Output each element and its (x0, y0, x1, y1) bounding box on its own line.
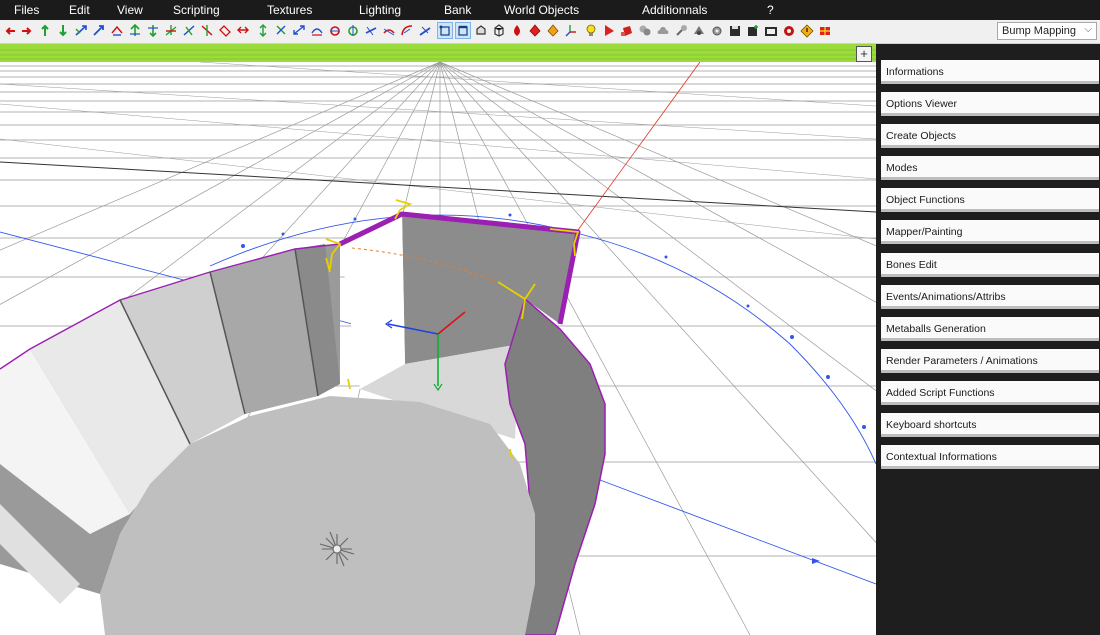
select-face-icon[interactable] (474, 23, 488, 38)
mirror-z-icon[interactable] (292, 23, 306, 38)
panel-bones-edit[interactable]: Bones Edit (881, 253, 1099, 277)
render-mode-select[interactable]: Bump Mapping ⌵ (997, 22, 1097, 40)
menu-view[interactable]: View (117, 3, 143, 17)
brush-icon[interactable] (674, 23, 688, 38)
select-edge-icon[interactable] (455, 22, 471, 39)
panel-events-animations[interactable]: Events/Animations/Attribs (881, 285, 1099, 309)
panel-contextual-informations[interactable]: Contextual Informations (881, 445, 1099, 469)
menu-bank[interactable]: Bank (444, 3, 471, 17)
toolbar: Bump Mapping ⌵ (0, 20, 1100, 44)
menu-world-objects[interactable]: World Objects (504, 3, 579, 17)
rotate-local-y-icon[interactable] (346, 23, 360, 38)
menu-help[interactable]: ? (767, 3, 774, 17)
move-y-up-icon[interactable] (38, 23, 52, 38)
chevron-down-icon: ⌵ (1084, 24, 1092, 35)
paint-icon[interactable] (510, 23, 524, 38)
mirror-x-icon[interactable] (236, 23, 250, 38)
rotate-z-icon[interactable] (146, 23, 160, 38)
menu-edit[interactable]: Edit (69, 3, 90, 17)
add-viewport-button[interactable]: + (856, 46, 872, 62)
record-icon[interactable] (782, 23, 796, 38)
taper-icon[interactable] (418, 23, 432, 38)
menu-scripting[interactable]: Scripting (173, 3, 220, 17)
rotate-x-icon[interactable] (110, 23, 124, 38)
bucket-icon[interactable] (620, 23, 634, 38)
move-y-down-icon[interactable] (56, 23, 70, 38)
grid-diagonals (0, 61, 876, 240)
side-panel: Informations Options Viewer Create Objec… (878, 44, 1100, 635)
menu-lighting[interactable]: Lighting (359, 3, 401, 17)
sculpt-icon[interactable] (692, 23, 706, 38)
mirror-xy-icon[interactable] (274, 23, 288, 38)
menu-textures[interactable]: Textures (267, 3, 312, 17)
panel-metaballs-generation[interactable]: Metaballs Generation (881, 317, 1099, 341)
play-icon[interactable] (602, 23, 616, 38)
axis-gizmo-icon[interactable] (564, 23, 578, 38)
undo-icon[interactable] (3, 23, 17, 38)
twist-icon[interactable] (382, 23, 396, 38)
scale-uniform-icon[interactable] (218, 23, 232, 38)
3d-viewport[interactable]: + (0, 44, 876, 635)
panel-object-functions[interactable]: Object Functions (881, 188, 1099, 212)
grid-icon[interactable] (818, 23, 832, 38)
diamond-red-icon[interactable] (528, 23, 542, 38)
settings-icon[interactable] (710, 23, 724, 38)
world-axis-x (577, 61, 701, 231)
mirror-y-icon[interactable] (256, 23, 270, 38)
move-xz-icon[interactable] (74, 23, 88, 38)
path-line-lower (599, 479, 876, 585)
menu-additionnals[interactable]: Additionnals (642, 3, 707, 17)
scale-xz-icon[interactable] (182, 23, 196, 38)
light-bulb-icon[interactable] (584, 23, 598, 38)
rotate-local-x-icon[interactable] (328, 23, 342, 38)
diamond-orange-icon[interactable] (546, 23, 560, 38)
render-mode-value: Bump Mapping (1002, 25, 1076, 37)
select-vertex-icon[interactable] (437, 22, 453, 39)
panel-added-script-functions[interactable]: Added Script Functions (881, 381, 1099, 405)
panel-keyboard-shortcuts[interactable]: Keyboard shortcuts (881, 413, 1099, 437)
bend-icon[interactable] (400, 23, 414, 38)
move-z-icon[interactable] (92, 23, 106, 38)
rotate-local-z-icon[interactable] (364, 23, 378, 38)
align-x-icon[interactable] (310, 23, 324, 38)
save-icon[interactable] (728, 23, 742, 38)
cloud-icon[interactable] (656, 23, 670, 38)
menu-files[interactable]: Files (14, 3, 39, 17)
scale-yz-icon[interactable] (200, 23, 214, 38)
layers-icon[interactable] (638, 23, 652, 38)
panel-modes[interactable]: Modes (881, 156, 1099, 180)
panel-create-objects[interactable]: Create Objects (881, 124, 1099, 148)
panel-render-parameters[interactable]: Render Parameters / Animations (881, 349, 1099, 373)
rotate-y-icon[interactable] (128, 23, 142, 38)
camera-icon[interactable] (764, 23, 778, 38)
warning-icon[interactable] (800, 23, 814, 38)
scale-xy-icon[interactable] (164, 23, 178, 38)
panel-mapper-painting[interactable]: Mapper/Painting (881, 220, 1099, 244)
new-file-icon[interactable] (746, 23, 760, 38)
menu-bar: Files Edit View Scripting Textures Light… (0, 0, 1100, 20)
redo-icon[interactable] (20, 23, 34, 38)
panel-informations[interactable]: Informations (881, 60, 1099, 84)
world-axis-dark (0, 161, 876, 213)
select-object-icon[interactable] (492, 23, 506, 38)
panel-options-viewer[interactable]: Options Viewer (881, 92, 1099, 116)
